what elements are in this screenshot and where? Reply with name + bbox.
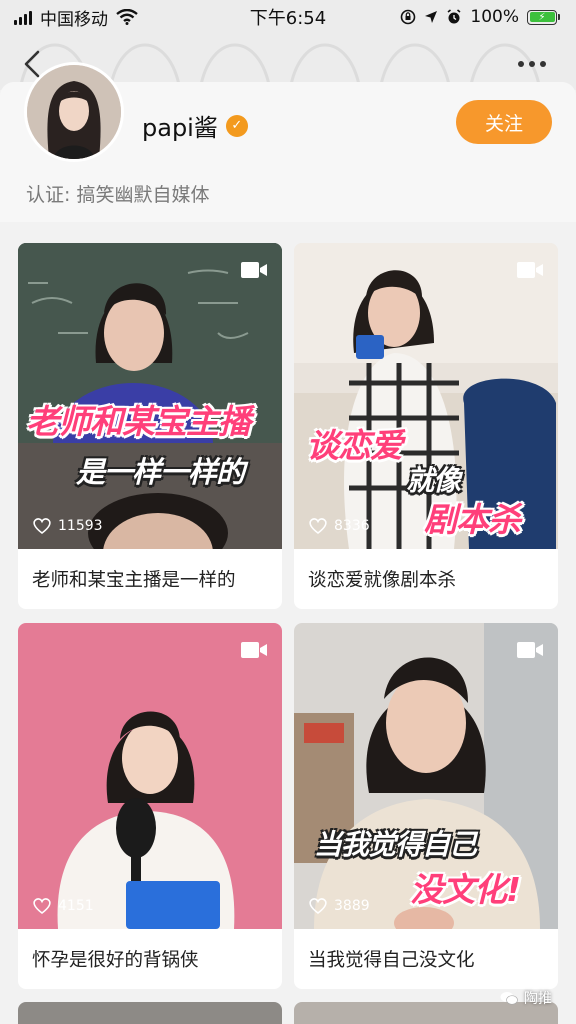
like-count-label: 8336 [334, 518, 370, 534]
video-title[interactable]: 当我觉得自己没文化 [294, 929, 558, 989]
video-thumbnail: 谈恋爱 就像 剧本杀 8336 [294, 243, 558, 549]
video-title[interactable]: 怀孕是很好的背锅侠 [18, 929, 282, 989]
alarm-icon [447, 9, 461, 24]
like-count-label: 3889 [334, 898, 370, 914]
video-thumbnail: 4151 [18, 623, 282, 929]
location-icon [425, 11, 438, 23]
video-title[interactable]: 谈恋爱就像剧本杀 [294, 549, 558, 609]
verified-badge-icon: ✓ [225, 114, 248, 137]
video-camera-icon [517, 642, 543, 658]
status-bar: 中国移动 下午6:54 100% ⚡ [0, 0, 576, 34]
video-card[interactable]: 4151 怀孕是很好的背锅侠 [18, 623, 282, 989]
follow-button[interactable]: 关注 [456, 100, 552, 144]
like-count: 3889 [308, 897, 370, 915]
like-count-label: 11593 [58, 518, 103, 534]
heart-icon [309, 518, 327, 535]
like-count-label: 4151 [58, 898, 94, 914]
profile-name-label: papi酱 [142, 114, 218, 142]
verification-text: 认证: 搞笑幽默自媒体 [26, 184, 210, 206]
more-dot-icon [518, 61, 524, 67]
like-count: 8336 [308, 517, 370, 535]
profile-name: papi酱 ✓ [142, 108, 248, 143]
overlay-text: 老师和某宝主播 [26, 402, 251, 441]
overlay-text: 是一样一样的 [76, 455, 245, 489]
video-card[interactable]: 老师和某宝主播 是一样一样的 11593 老师和某宝主播是一样的 [18, 243, 282, 609]
wechat-icon [500, 992, 518, 1005]
video-thumbnail: 老师和某宝主播 是一样一样的 11593 [18, 243, 282, 549]
signal-icon [14, 9, 32, 25]
video-camera-icon [241, 642, 267, 658]
video-thumbnail: 当我觉得自己 没文化! 3889 [294, 623, 558, 929]
orientation-lock-icon [401, 9, 416, 25]
video-card[interactable] [18, 1002, 282, 1024]
like-count: 11593 [32, 517, 103, 535]
carrier-label: 中国移动 [40, 9, 108, 30]
video-camera-icon [517, 262, 543, 278]
video-card[interactable]: 当我觉得自己 没文化! 3889 当我觉得自己没文化 [294, 623, 558, 989]
watermark-label: 陶推 [524, 991, 552, 1007]
overlay-text: 剧本杀 [424, 500, 521, 539]
overlay-text: 没文化! [410, 870, 521, 909]
overlay-text: 谈恋爱 [306, 426, 403, 465]
battery-percent: 100% [470, 7, 519, 27]
wifi-icon [116, 9, 138, 25]
video-camera-icon [241, 262, 267, 278]
watermark: 陶推 [500, 988, 552, 1008]
video-thumbnail [18, 1002, 282, 1024]
video-title[interactable]: 老师和某宝主播是一样的 [18, 549, 282, 609]
heart-icon [33, 518, 51, 535]
battery-icon: ⚡ [527, 9, 560, 25]
like-count: 4151 [32, 897, 94, 915]
back-button[interactable] [18, 46, 46, 82]
chevron-left-icon [24, 50, 40, 78]
heart-icon [33, 898, 51, 915]
more-options-button[interactable] [518, 52, 552, 76]
video-card[interactable]: 谈恋爱 就像 剧本杀 8336 谈恋爱就像剧本杀 [294, 243, 558, 609]
heart-icon [309, 898, 327, 915]
overlay-text: 当我觉得自己 [314, 828, 477, 861]
